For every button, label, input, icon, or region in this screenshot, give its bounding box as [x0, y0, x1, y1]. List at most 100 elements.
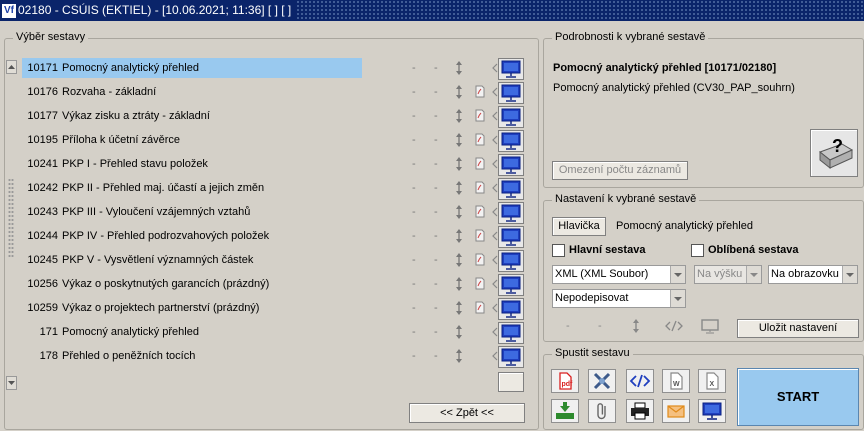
chevron-down-icon: [670, 266, 685, 283]
row-dash: -: [434, 86, 438, 98]
help-button[interactable]: ?: [810, 129, 858, 177]
show-on-screen-button[interactable]: [498, 250, 524, 272]
printer-help-icon: ?: [818, 136, 854, 170]
report-row[interactable]: 178 Přehled o peněžních tocích - -: [20, 346, 524, 370]
header-button[interactable]: Hlavička: [552, 217, 606, 236]
monitor-icon: [501, 180, 521, 198]
report-row[interactable]: 10244 PKP IV - Přehled podrozvahových pol…: [20, 226, 524, 250]
row-dash: -: [412, 278, 416, 290]
report-row[interactable]: 10177 Výkaz zisku a ztráty - základní - -: [20, 106, 524, 130]
show-on-screen-button[interactable]: [498, 226, 524, 248]
monitor-icon: [501, 204, 521, 222]
report-row[interactable]: 10245 PKP V - Vysvětlení významných částe…: [20, 250, 524, 274]
row-dash: -: [434, 134, 438, 146]
row-dash: -: [412, 62, 416, 74]
update-arrows-icon: [456, 253, 462, 267]
update-arrows-icon: [633, 319, 639, 333]
monitor-icon: [501, 252, 521, 270]
pdf-small-icon: [475, 85, 485, 98]
run-print-button[interactable]: [626, 399, 654, 423]
signature-select[interactable]: Nepodepisovat: [552, 289, 686, 308]
row-dash: -: [434, 182, 438, 194]
report-code: 10242: [27, 182, 58, 194]
monitor-icon: [501, 324, 521, 342]
update-arrows-icon: [456, 133, 462, 147]
run-pdf-button[interactable]: pdf: [551, 369, 579, 393]
row-dash: -: [412, 182, 416, 194]
report-list-scrollbar[interactable]: [6, 60, 17, 390]
pdf-small-icon: [475, 253, 485, 266]
run-word-button[interactable]: W: [662, 369, 690, 393]
report-row[interactable]: 10195 Příloha k účetní závěrce - -: [20, 130, 524, 154]
run-screen-button[interactable]: [698, 399, 726, 423]
report-row[interactable]: 10171 Pomocný analytický přehled - -: [20, 58, 524, 82]
format-select[interactable]: XML (XML Soubor): [552, 265, 686, 284]
main-report-checkbox[interactable]: [552, 244, 565, 257]
monitor-icon: [501, 300, 521, 318]
pdf-small-icon: [475, 277, 485, 290]
save-settings-button[interactable]: Uložit nastavení: [737, 319, 859, 338]
report-selection-legend: Výběr sestavy: [13, 31, 89, 43]
scroll-up-button[interactable]: [6, 60, 17, 74]
show-on-screen-button[interactable]: [498, 106, 524, 128]
report-row[interactable]: 10176 Rozvaha - základní - -: [20, 82, 524, 106]
report-name: Výkaz o poskytnutých garancích (prázdný): [62, 278, 270, 290]
back-button[interactable]: << Zpět <<: [409, 403, 525, 423]
report-row[interactable]: 10243 PKP III - Vyloučení vzájemných vzta…: [20, 202, 524, 226]
word-document-icon: W: [670, 372, 683, 390]
show-on-screen-button[interactable]: [498, 346, 524, 368]
details-title: Pomocný analytický přehled [10171/02180]: [553, 62, 777, 74]
orientation-select[interactable]: Na výšku: [694, 265, 762, 284]
paperclip-icon: [597, 403, 606, 420]
run-email-button[interactable]: [662, 399, 690, 423]
report-code: 10243: [27, 206, 58, 218]
row-dash: -: [412, 230, 416, 242]
show-on-screen-button[interactable]: [498, 202, 524, 224]
scroll-grip[interactable]: [8, 178, 14, 258]
show-on-screen-button[interactable]: [498, 130, 524, 152]
report-code: 10241: [27, 158, 58, 170]
run-code-button[interactable]: [626, 369, 654, 393]
report-row[interactable]: 10256 Výkaz o poskytnutých garancích (prá…: [20, 274, 524, 298]
row-dash: -: [434, 350, 438, 362]
show-on-screen-button[interactable]: [498, 82, 524, 104]
report-row[interactable]: 171 Pomocný analytický přehled - -: [20, 322, 524, 346]
run-attach-button[interactable]: [588, 399, 616, 423]
code-icon: [665, 320, 683, 332]
limit-records-button[interactable]: Omezení počtu záznamů: [552, 161, 688, 180]
report-row[interactable]: 10259 Výkaz o projektech partnerství (prá…: [20, 298, 524, 322]
window-title-text: 02180 - CSÚIS (EKTIEL) - [10.06.2021; 11…: [18, 3, 292, 17]
show-on-screen-button[interactable]: [498, 154, 524, 176]
report-row[interactable]: 10241 PKP I - Přehled stavu položek - -: [20, 154, 524, 178]
monitor-icon: [501, 276, 521, 294]
chevron-down-icon: [842, 266, 857, 283]
row-dash: -: [412, 86, 416, 98]
show-on-screen-button[interactable]: [498, 274, 524, 296]
run-xml-export-button[interactable]: [588, 369, 616, 393]
report-row[interactable]: 10242 PKP II - Přehled maj. účastí a jeji…: [20, 178, 524, 202]
run-download-button[interactable]: [551, 399, 579, 423]
report-code: 10244: [27, 230, 58, 242]
main-report-label: Hlavní sestava: [569, 244, 646, 256]
empty-action-button[interactable]: [498, 372, 524, 392]
show-on-screen-button[interactable]: [498, 322, 524, 344]
report-code: 10256: [27, 278, 58, 290]
report-code: 10245: [27, 254, 58, 266]
run-excel-button[interactable]: X: [698, 369, 726, 393]
favorite-report-checkbox[interactable]: [691, 244, 704, 257]
output-select-value: Na obrazovku: [771, 268, 839, 280]
show-on-screen-button[interactable]: [498, 298, 524, 320]
chevron-down-icon: [670, 290, 685, 307]
report-list: 10171 Pomocný analytický přehled - - 10176 Ro…: [20, 58, 524, 370]
row-dash: -: [412, 134, 416, 146]
start-button[interactable]: START: [737, 368, 859, 426]
scroll-down-button[interactable]: [6, 376, 17, 390]
show-on-screen-button[interactable]: [498, 178, 524, 200]
settings-dash-1: -: [566, 320, 570, 332]
output-select[interactable]: Na obrazovku: [768, 265, 858, 284]
show-on-screen-button[interactable]: [498, 58, 524, 80]
update-arrows-icon: [456, 325, 462, 339]
report-name: PKP IV - Přehled podrozvahových položek: [62, 230, 270, 242]
pdf-small-icon: [475, 205, 485, 218]
report-code: 178: [39, 350, 58, 362]
